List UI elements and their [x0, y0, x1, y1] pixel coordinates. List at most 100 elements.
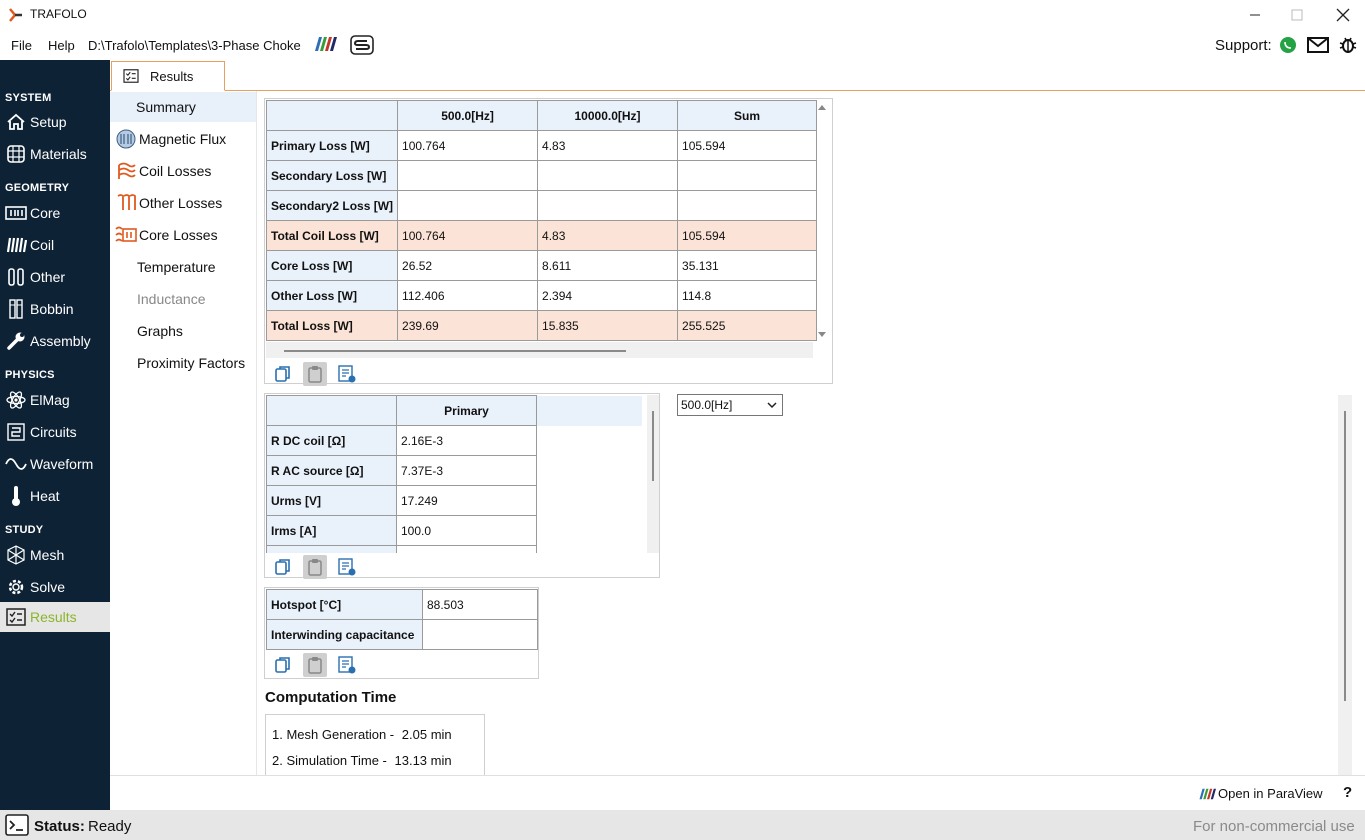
table-cell[interactable]: 239.69 — [397, 310, 539, 341]
bug-report-icon[interactable] — [1338, 35, 1358, 55]
table-cell[interactable] — [266, 545, 397, 553]
table-cell[interactable] — [397, 190, 539, 221]
export-button[interactable] — [335, 555, 359, 579]
subnav-item-magnetic-flux[interactable]: Magnetic Flux — [110, 124, 256, 154]
subnav-item-proximity-factors[interactable]: Proximity Factors — [110, 348, 256, 378]
table-cell[interactable]: 105.594 — [677, 220, 818, 251]
column-header[interactable]: 500.0[Hz] — [397, 100, 539, 131]
row-header[interactable]: Interwinding capacitance — [266, 619, 423, 650]
table-cell[interactable]: 255.525 — [677, 310, 818, 341]
close-button[interactable] — [1328, 0, 1358, 30]
row-header[interactable]: Total Loss [W] — [265, 310, 399, 341]
copy-button[interactable] — [271, 362, 295, 386]
help-button[interactable]: ? — [1343, 784, 1352, 801]
sidebar-item-mesh[interactable]: Mesh — [0, 540, 110, 570]
table-cell[interactable] — [537, 160, 679, 191]
subnav-item-other-losses[interactable]: Other Losses — [110, 188, 256, 218]
sidebar-item-assembly[interactable]: Assembly — [0, 326, 110, 356]
sidebar-item-heat[interactable]: Heat — [0, 481, 110, 511]
table-cell[interactable]: 114.8 — [677, 280, 818, 311]
content-scrollbar[interactable] — [1338, 395, 1352, 775]
row-header[interactable]: Secondary Loss [W] — [265, 160, 399, 191]
sidebar-item-waveform[interactable]: Waveform — [0, 449, 110, 479]
table-cell[interactable]: 100.0 — [396, 515, 537, 546]
menu-file[interactable]: File — [11, 38, 32, 53]
table-cell[interactable]: 8.611 — [537, 250, 679, 281]
row-header[interactable]: Urms [V] — [266, 485, 397, 516]
subnav-item-temperature[interactable]: Temperature — [110, 252, 256, 282]
row-header[interactable]: R AC source [Ω] — [266, 455, 397, 486]
table-cell[interactable]: 100.764 — [397, 130, 539, 161]
solver-logo-icon[interactable] — [350, 35, 374, 55]
scroll-up-arrow-icon[interactable] — [817, 103, 827, 111]
terminal-icon[interactable] — [5, 814, 29, 836]
table-cell[interactable]: 7.37E-3 — [396, 455, 537, 486]
table-cell[interactable]: 105.594 — [677, 130, 818, 161]
export-button[interactable] — [335, 653, 359, 677]
subnav-item-core-losses[interactable]: Core Losses — [110, 220, 256, 250]
table-cell[interactable]: 35.131 — [677, 250, 818, 281]
table-cell[interactable]: 4.83 — [537, 220, 679, 251]
subnav-item-coil-losses[interactable]: Coil Losses — [110, 156, 256, 186]
copy-button[interactable] — [271, 653, 295, 677]
table-cell[interactable]: 4.83 — [537, 130, 679, 161]
column-header[interactable]: Sum — [677, 100, 818, 131]
sidebar-item-setup[interactable]: Setup — [0, 107, 110, 137]
table-cell[interactable]: 88.503 — [422, 589, 538, 620]
horizontal-scrollbar-thumb[interactable] — [284, 350, 626, 352]
horizontal-scrollbar[interactable] — [266, 342, 813, 358]
export-button[interactable] — [335, 362, 359, 386]
sidebar-item-solve[interactable]: Solve — [0, 572, 110, 602]
copy-button[interactable] — [271, 555, 295, 579]
table-cell[interactable] — [537, 190, 679, 221]
scroll-down-arrow-icon[interactable] — [817, 331, 827, 339]
paraview-icon[interactable] — [313, 35, 337, 53]
table-cell[interactable] — [677, 160, 818, 191]
table-cell[interactable]: 2.16E-3 — [396, 425, 537, 456]
sidebar-item-core[interactable]: Core — [0, 198, 110, 228]
row-header[interactable]: R DC coil [Ω] — [266, 425, 397, 456]
table-cell[interactable]: 2.394 — [537, 280, 679, 311]
table-cell[interactable]: 112.406 — [397, 280, 539, 311]
content-scrollbar-thumb[interactable] — [1344, 411, 1346, 701]
vertical-scrollbar[interactable] — [647, 395, 659, 553]
paste-button[interactable] — [303, 362, 327, 386]
sidebar-item-circuits[interactable]: Circuits — [0, 417, 110, 447]
column-header[interactable]: 10000.0[Hz] — [537, 100, 679, 131]
menu-help[interactable]: Help — [48, 38, 75, 53]
row-header[interactable]: Other Loss [W] — [265, 280, 399, 311]
table-cell[interactable] — [677, 190, 818, 221]
row-header[interactable]: Total Coil Loss [W] — [265, 220, 399, 251]
whatsapp-icon[interactable] — [1279, 36, 1297, 54]
sidebar-item-elmag[interactable]: ElMag — [0, 385, 110, 415]
row-header[interactable]: Secondary2 Loss [W] — [265, 190, 399, 221]
sidebar-item-results[interactable]: Results — [0, 602, 110, 632]
sidebar-item-materials[interactable]: Materials — [0, 139, 110, 169]
table-cell[interactable]: 100.764 — [397, 220, 539, 251]
sidebar-item-bobbin[interactable]: Bobbin — [0, 294, 110, 324]
table-cell[interactable] — [397, 160, 539, 191]
vertical-scrollbar-thumb[interactable] — [652, 411, 654, 481]
frequency-select[interactable]: 500.0[Hz] — [677, 394, 783, 416]
paste-button[interactable] — [303, 653, 327, 677]
tab-results[interactable]: Results — [111, 61, 225, 91]
subnav-item-inductance[interactable]: Inductance — [110, 284, 256, 314]
table-cell[interactable] — [422, 619, 538, 650]
row-header[interactable]: Primary Loss [W] — [265, 130, 399, 161]
maximize-button[interactable] — [1282, 0, 1312, 30]
row-header[interactable]: Irms [A] — [266, 515, 397, 546]
sidebar-item-coil[interactable]: Coil — [0, 230, 110, 260]
row-header[interactable]: Core Loss [W] — [265, 250, 399, 281]
table-cell[interactable]: 15.835 — [537, 310, 679, 341]
minimize-button[interactable] — [1240, 0, 1270, 30]
row-header[interactable]: Hotspot [°C] — [266, 589, 423, 620]
paste-button[interactable] — [303, 555, 327, 579]
table-cell[interactable] — [396, 545, 537, 553]
table-cell[interactable]: 26.52 — [397, 250, 539, 281]
column-header[interactable]: Primary — [396, 395, 537, 426]
open-paraview-button[interactable]: Open in ParaView — [1198, 786, 1323, 801]
sidebar-item-other[interactable]: Other — [0, 262, 110, 292]
subnav-item-summary[interactable]: Summary — [110, 92, 256, 122]
subnav-item-graphs[interactable]: Graphs — [110, 316, 256, 346]
table-cell[interactable]: 17.249 — [396, 485, 537, 516]
